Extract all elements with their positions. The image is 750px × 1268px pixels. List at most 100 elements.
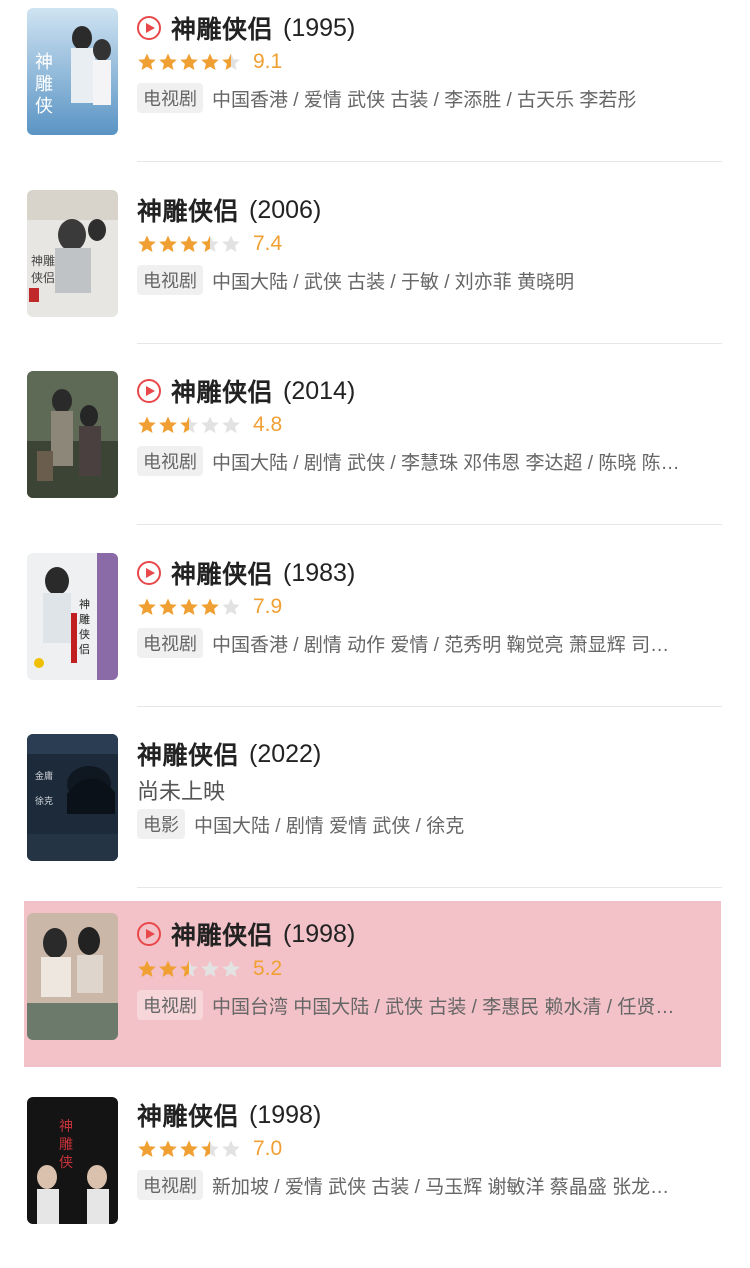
poster-2014-icon [27,371,118,498]
info-row: 电视剧 中国香港 / 爱情 武侠 古装 / 李添胜 / 古天乐 李若彤 [137,83,636,113]
category-tag: 电影 [137,809,185,839]
title-row[interactable]: 神雕侠侣 (1983) [137,555,355,591]
rating-row: 9.1 [137,47,282,77]
star-full-icon [159,53,177,70]
star-half-icon [201,1140,219,1157]
category-tag: 电视剧 [137,628,203,658]
star-full-icon [180,1140,198,1157]
item-meta: 中国大陆 / 剧情 爱情 武侠 / 徐克 [194,815,465,837]
star-rating [137,1139,242,1159]
svg-text:神: 神 [35,52,53,73]
rating-row: 7.9 [137,592,282,622]
divider [137,343,722,344]
poster-image[interactable] [27,913,118,1040]
score: 7.9 [253,595,283,618]
poster-image[interactable]: 金庸 徐克 [27,734,118,861]
svg-text:侠: 侠 [35,96,53,117]
title-row[interactable]: 神雕侠侣 (2014) [137,373,355,409]
rating-row: 7.4 [137,229,282,259]
poster-2006-icon: 神雕 侠侣 [27,190,118,317]
svg-text:金庸: 金庸 [35,770,53,782]
item-title: 神雕侠侣 [171,16,274,44]
star-full-icon [138,960,156,977]
rating-row: 5.2 [137,954,282,984]
svg-text:雕: 雕 [79,612,90,626]
play-icon [137,379,161,403]
info-row: 电视剧 中国香港 / 剧情 动作 爱情 / 范秀明 鞠觉亮 萧显辉 司… [137,628,669,658]
title-row[interactable]: 神雕侠侣 (2006) [137,192,321,228]
star-empty-icon [222,235,240,252]
star-full-icon [159,416,177,433]
divider [137,161,722,162]
star-rating [137,959,242,979]
star-full-icon [180,53,198,70]
poster-1998-sg-icon: 神 雕 侠 [27,1097,118,1224]
star-full-icon [159,235,177,252]
info-row: 电视剧 中国大陆 / 武侠 古装 / 于敏 / 刘亦菲 黄晓明 [137,265,574,295]
title-row[interactable]: 神雕侠侣 (2022) [137,736,321,772]
star-rating [137,597,242,617]
result-item[interactable]: 金庸 徐克 神雕侠侣 (2022) 尚未上映 电影 中国大陆 / 剧情 爱情 武… [0,726,750,907]
release-status: 尚未上映 [137,779,226,804]
result-item[interactable]: 神 雕 侠 神雕侠侣 (1995) 9.1 电视剧 中国香港 / 爱情 武侠 古… [0,0,750,181]
info-row: 电视剧 中国台湾 中国大陆 / 武侠 古装 / 李惠民 赖水清 / 任贤… [137,990,674,1020]
item-year: (1995) [283,13,356,42]
result-item-highlighted[interactable]: 神雕侠侣 (1998) 5.2 电视剧 中国台湾 中国大陆 / 武侠 古装 / … [0,885,750,1067]
category-tag: 电视剧 [137,1170,203,1200]
svg-text:神雕: 神雕 [31,253,55,268]
item-year: (2014) [283,376,356,405]
item-year: (2006) [249,195,322,224]
item-meta: 中国大陆 / 剧情 武侠 / 李慧珠 邓伟恩 李达超 / 陈晓 陈… [212,452,680,474]
star-rating [137,234,242,254]
score: 5.2 [253,957,283,980]
poster-image[interactable]: 神 雕 侠 [27,1097,118,1224]
score: 9.1 [253,50,283,73]
star-full-icon [138,598,156,615]
rating-row: 4.8 [137,410,282,440]
star-empty-icon [222,1140,240,1157]
category-tag: 电视剧 [137,990,203,1020]
star-half-icon [201,235,219,252]
category-tag: 电视剧 [137,446,203,476]
play-icon [137,561,161,585]
item-meta: 新加坡 / 爱情 武侠 古装 / 马玉辉 谢敏洋 蔡晶盛 张龙… [212,1176,670,1198]
svg-text:侠: 侠 [79,628,90,641]
poster-image[interactable]: 神 雕 侠 侣 [27,553,118,680]
svg-text:神: 神 [59,1119,73,1135]
item-meta: 中国香港 / 爱情 武侠 古装 / 李添胜 / 古天乐 李若彤 [212,89,637,111]
poster-image[interactable] [27,371,118,498]
rating-row: 7.0 [137,1134,282,1164]
title-row[interactable]: 神雕侠侣 (1998) [137,916,355,952]
svg-text:侠侣: 侠侣 [31,270,55,285]
title-row[interactable]: 神雕侠侣 (1998) [137,1097,321,1133]
play-icon [137,16,161,40]
item-year: (1983) [283,558,356,587]
category-tag: 电视剧 [137,83,203,113]
poster-image[interactable]: 神雕 侠侣 [27,190,118,317]
result-item[interactable]: 神雕 侠侣 神雕侠侣 (2006) 7.4 电视剧 中国大陆 / 武侠 古装 /… [0,182,750,363]
star-empty-icon [201,960,219,977]
result-item[interactable]: 神 雕 侠 神雕侠侣 (1998) 7.0 电视剧 新加坡 / 爱情 武侠 古装… [0,1087,750,1268]
item-year: (1998) [283,919,356,948]
result-item[interactable]: 神 雕 侠 侣 神雕侠侣 (1983) 7.9 电视剧 中国香港 / 剧情 动作… [0,545,750,726]
item-meta: 中国台湾 中国大陆 / 武侠 古装 / 李惠民 赖水清 / 任贤… [212,996,675,1018]
star-full-icon [159,598,177,615]
result-item[interactable]: 神雕侠侣 (2014) 4.8 电视剧 中国大陆 / 剧情 武侠 / 李慧珠 邓… [0,363,750,544]
title-row[interactable]: 神雕侠侣 (1995) [137,10,355,46]
info-row: 电视剧 中国大陆 / 剧情 武侠 / 李慧珠 邓伟恩 李达超 / 陈晓 陈… [137,446,680,476]
svg-text:侣: 侣 [79,642,90,656]
star-full-icon [138,416,156,433]
poster-image[interactable]: 神 雕 侠 [27,8,118,135]
item-title: 神雕侠侣 [137,1103,240,1131]
star-full-icon [159,1140,177,1157]
star-rating [137,52,242,72]
svg-text:徐克: 徐克 [35,795,53,807]
star-rating [137,415,242,435]
divider [137,524,722,525]
item-year: (1998) [249,1100,322,1129]
score: 7.0 [253,1137,283,1160]
category-tag: 电视剧 [137,265,203,295]
score: 4.8 [253,413,283,436]
item-title: 神雕侠侣 [137,742,240,770]
info-row: 电视剧 新加坡 / 爱情 武侠 古装 / 马玉辉 谢敏洋 蔡晶盛 张龙… [137,1170,669,1200]
